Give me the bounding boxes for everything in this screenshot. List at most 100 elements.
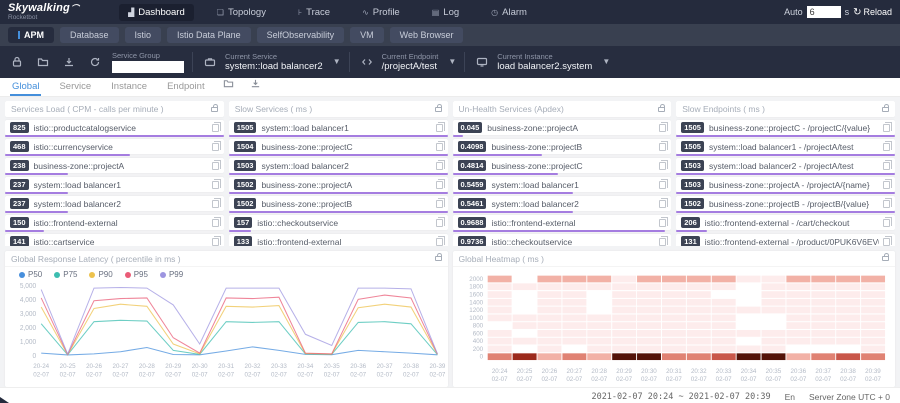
copy-icon[interactable] [659,219,666,227]
copy-icon[interactable] [883,238,890,246]
metric-row[interactable]: 141istio::cartservice [5,234,224,246]
folder-icon[interactable] [34,53,52,71]
current-instance-selector[interactable]: Current Instance load balancer2.system ▼ [473,52,610,72]
lock-icon[interactable] [658,107,665,112]
current-service-selector[interactable]: Current Service system::load balancer2 ▼ [201,52,341,72]
metric-row[interactable]: 0.4814business-zone::projectC [453,158,672,173]
metric-row[interactable]: 1503system::load balancer2 [229,158,448,173]
metric-row[interactable]: 0.9688istio::frontend-external [453,215,672,230]
legend-item-p95[interactable]: P95 [125,270,148,279]
copy-icon[interactable] [883,162,890,170]
auto-interval-input[interactable] [807,6,841,18]
lock-icon[interactable] [8,53,26,71]
service-group-input[interactable] [112,61,184,73]
copy-icon[interactable] [436,200,443,208]
metric-row[interactable]: 0.9736istio::checkoutservice [453,234,672,246]
template-tab-apm[interactable]: APM [8,27,54,43]
metric-row[interactable]: 0.5461system::load balancer2 [453,196,672,211]
copy-icon[interactable] [659,143,666,151]
metric-row[interactable]: 468istio::currencyservice [5,139,224,154]
copy-icon[interactable] [883,181,890,189]
copy-icon[interactable] [883,219,890,227]
export-icon[interactable] [250,78,261,92]
lock-icon[interactable] [882,256,889,261]
latency-line-chart[interactable]: 5,0004,0003,0002,0001,000020-2402-0720-2… [5,279,448,387]
copy-icon[interactable] [436,219,443,227]
lock-icon[interactable] [435,256,442,261]
metric-row[interactable]: 1505system::load balancer1 - /projectA/t… [676,139,895,154]
metric-row[interactable]: 1502business-zone::projectA [229,177,448,192]
copy-icon[interactable] [436,124,443,132]
metric-row[interactable]: 0.4098business-zone::projectB [453,139,672,154]
server-zone-setting[interactable]: Server Zone UTC + 0 [809,392,890,402]
metric-row[interactable]: 237system::load balancer2 [5,196,224,211]
copy-icon[interactable] [659,162,666,170]
global-heatmap-chart[interactable]: 200018001600140012001000800600400200020:… [453,267,896,387]
copy-icon[interactable] [659,124,666,132]
nav-item-trace[interactable]: ⊦Trace [289,4,339,21]
copy-icon[interactable] [883,200,890,208]
copy-icon[interactable] [436,181,443,189]
legend-item-p99[interactable]: P99 [160,270,183,279]
nav-item-dashboard[interactable]: ▟Dashboard [119,4,194,21]
reload-button[interactable]: ↻ Reload [853,7,892,18]
metric-row[interactable]: 1504business-zone::projectC [229,139,448,154]
legend-item-p75[interactable]: P75 [54,270,77,279]
legend-item-p90[interactable]: P90 [89,270,112,279]
template-tab-selfobservability[interactable]: SelfObservability [257,27,345,43]
copy-icon[interactable] [659,200,666,208]
lock-icon[interactable] [211,107,218,112]
legend-item-p50[interactable]: P50 [19,270,42,279]
refresh-icon[interactable] [86,53,104,71]
copy-icon[interactable] [436,238,443,246]
nav-item-profile[interactable]: ∿Profile [353,4,409,21]
tab-endpoint[interactable]: Endpoint [165,78,207,96]
copy-icon[interactable] [659,181,666,189]
metric-row[interactable]: 0.5459system::load balancer1 [453,177,672,192]
copy-icon[interactable] [212,238,219,246]
folder-icon[interactable] [223,78,234,92]
current-endpoint-selector[interactable]: Current Endpoint /projectA/test ▼ [358,52,457,72]
template-tab-istio[interactable]: Istio [125,27,162,43]
logo[interactable]: Skywalking Rocketbot [8,3,79,22]
copy-icon[interactable] [436,143,443,151]
language-switch[interactable]: En [785,392,795,402]
metric-row[interactable]: 131istio::frontend-external - /product/0… [676,234,895,246]
copy-icon[interactable] [212,181,219,189]
metric-row[interactable]: 0.045business-zone::projectA [453,120,672,135]
metric-row[interactable]: 157istio::checkoutservice [229,215,448,230]
metric-row[interactable]: 150istio::frontend-external [5,215,224,230]
metric-row[interactable]: 1503business-zone::projectA - /projectA/… [676,177,895,192]
copy-icon[interactable] [212,200,219,208]
time-range-picker[interactable]: 2021-02-07 20:24 ~ 2021-02-07 20:39 [591,392,770,402]
tab-global[interactable]: Global [10,78,41,96]
copy-icon[interactable] [659,238,666,246]
lock-icon[interactable] [435,107,442,112]
copy-icon[interactable] [436,162,443,170]
copy-icon[interactable] [212,219,219,227]
metric-row[interactable]: 238business-zone::projectA [5,158,224,173]
metric-row[interactable]: 1505business-zone::projectC - /projectC/… [676,120,895,135]
metric-row[interactable]: 133istio::frontend-external [229,234,448,246]
copy-icon[interactable] [212,162,219,170]
export-icon[interactable] [60,53,78,71]
metric-row[interactable]: 1503system::load balancer2 - /projectA/t… [676,158,895,173]
copy-icon[interactable] [212,124,219,132]
copy-icon[interactable] [883,143,890,151]
copy-icon[interactable] [212,143,219,151]
template-tab-vm[interactable]: VM [350,27,384,43]
metric-row[interactable]: 1505system::load balancer1 [229,120,448,135]
copy-icon[interactable] [883,124,890,132]
tab-instance[interactable]: Instance [109,78,149,96]
nav-item-log[interactable]: ▤Log [423,4,468,21]
template-tab-web-browser[interactable]: Web Browser [390,27,464,43]
metric-row[interactable]: 1502business-zone::projectB [229,196,448,211]
nav-item-alarm[interactable]: ◷Alarm [482,4,536,21]
template-tab-istio-data-plane[interactable]: Istio Data Plane [167,27,251,43]
metric-row[interactable]: 237system::load balancer1 [5,177,224,192]
tab-service[interactable]: Service [57,78,93,96]
template-tab-database[interactable]: Database [60,27,119,43]
nav-item-topology[interactable]: ❏Topology [208,4,275,21]
metric-row[interactable]: 206istio::frontend-external - /cart/chec… [676,215,895,230]
metric-row[interactable]: 1502business-zone::projectB - /projectB/… [676,196,895,211]
